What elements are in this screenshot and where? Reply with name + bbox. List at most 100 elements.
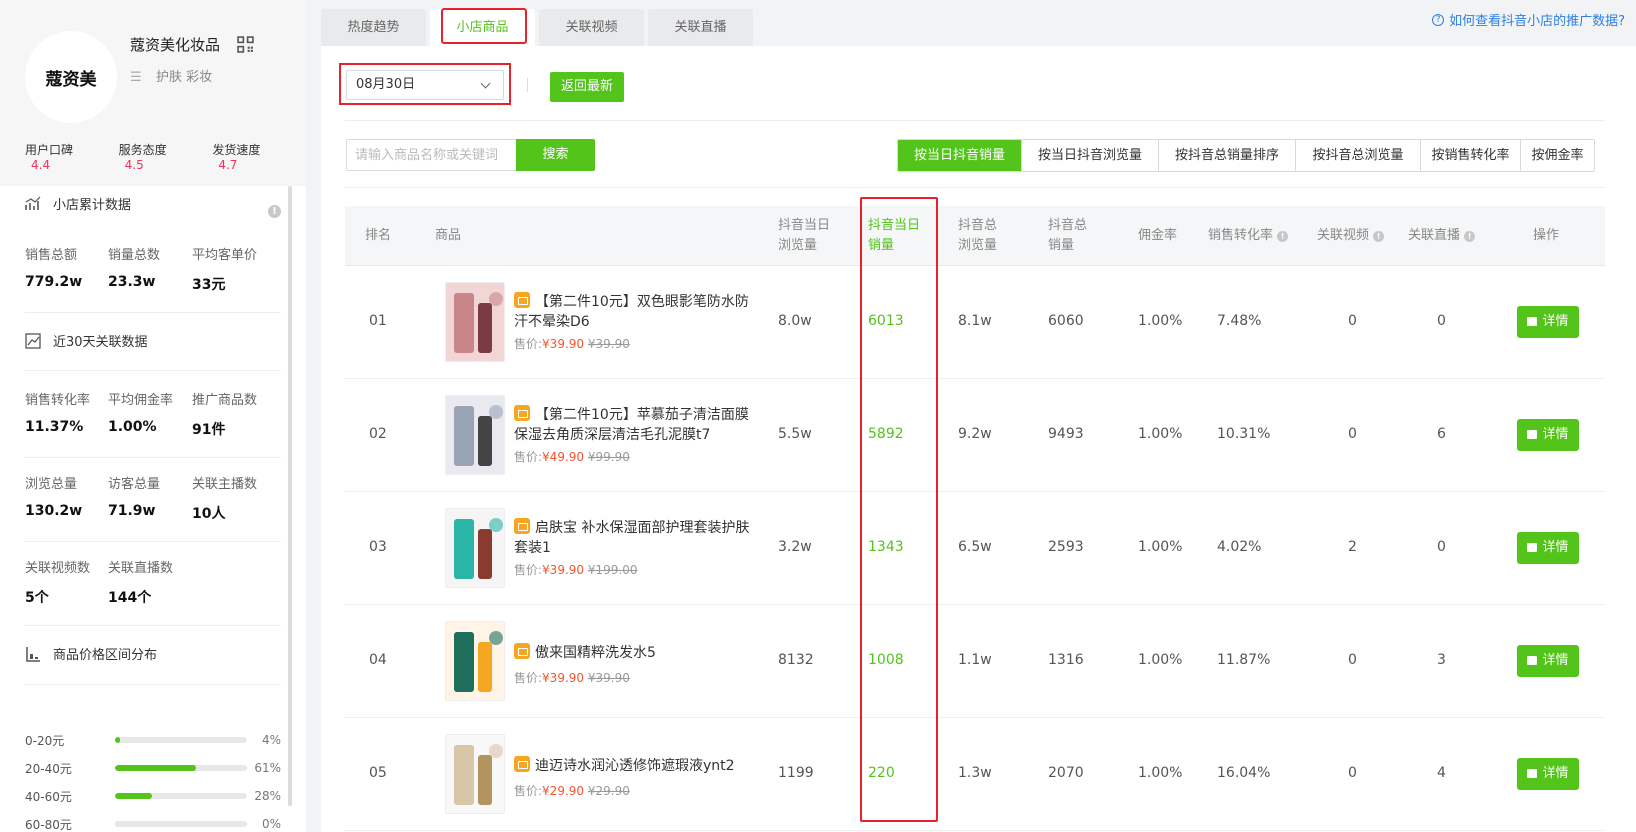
cell-total-sales: 1316 — [1048, 652, 1084, 668]
sort-daily-sales[interactable]: 按当日抖音销量 — [898, 140, 1021, 171]
th-commission[interactable]: 佣金率 — [1138, 226, 1177, 246]
th-total-views[interactable]: 抖音总 浏览量 — [958, 216, 997, 256]
detail-button[interactable]: 详情 — [1517, 419, 1579, 451]
bag-icon — [1527, 656, 1538, 665]
rating-label: 发货速度 — [212, 143, 261, 157]
recent-title: 近30天关联数据 — [25, 331, 148, 350]
cell-rank: 01 — [369, 313, 387, 329]
th-videos[interactable]: 关联视频! — [1317, 226, 1385, 246]
rating-label: 用户口碑 — [25, 143, 74, 157]
stat-anchors: 关联主播数 10人 — [192, 473, 257, 523]
price-original: ¥29.90 — [587, 784, 630, 798]
date-highlight-box — [339, 63, 511, 105]
cell-total-views: 1.3w — [958, 765, 992, 781]
price-range-label: 20-40元 — [25, 761, 72, 776]
info-icon[interactable]: ! — [1373, 231, 1385, 242]
product-name-text: 启肤宝 补水保湿面部护理套装护肤套装1 — [514, 520, 750, 556]
cell-daily-views: 3.2w — [778, 539, 812, 555]
detail-button[interactable]: 详情 — [1517, 758, 1579, 790]
price-current: ¥39.90 — [542, 563, 585, 577]
cell-lives: 4 — [1437, 765, 1446, 781]
cell-total-sales: 2070 — [1048, 765, 1084, 781]
shop-header: 蔻资美 蔻资美化妆品 ☰ 护肤 彩妆 用户口碑4.4 服务态度4.5 发货速度4… — [0, 0, 306, 186]
price-original: ¥39.90 — [587, 671, 630, 685]
product-thumbnail[interactable] — [445, 508, 505, 588]
stat-value: 10人 — [192, 506, 226, 522]
product-name[interactable]: 启肤宝 补水保湿面部护理套装护肤套装1 — [514, 518, 754, 558]
search-input[interactable] — [346, 139, 516, 171]
price-range-label: 60-80元 — [25, 817, 72, 832]
sort-daily-views[interactable]: 按当日抖音浏览量 — [1021, 140, 1158, 171]
th-line: 浏览量 — [778, 238, 818, 253]
tab-related-videos[interactable]: 关联视频 — [539, 9, 644, 46]
divider — [527, 78, 528, 92]
sort-total-views[interactable]: 按抖音总浏览量 — [1295, 140, 1420, 171]
th-total-sales[interactable]: 抖音总 销量 — [1048, 216, 1087, 256]
cell-commission: 1.00% — [1138, 313, 1183, 329]
stat-label: 关联直播数 — [108, 561, 174, 576]
detail-button[interactable]: 详情 — [1517, 645, 1579, 677]
cell-conversion: 4.02% — [1217, 539, 1262, 555]
bag-icon — [1527, 430, 1538, 439]
stat-value: 779.2w — [25, 274, 83, 290]
rating-value: 4.4 — [31, 158, 51, 172]
shop-bag-icon — [514, 643, 530, 659]
cell-lives: 0 — [1437, 313, 1446, 329]
th-daily-views[interactable]: 抖音当日 浏览量 — [778, 216, 830, 256]
cell-commission: 1.00% — [1138, 652, 1183, 668]
product-name[interactable]: 傲来国精粹洗发水5 — [514, 643, 754, 663]
th-lives[interactable]: 关联直播! — [1408, 226, 1476, 246]
tab-bar: 热度趋势 小店商品 关联视频 关联直播 — [321, 9, 757, 46]
cell-rank: 05 — [369, 765, 387, 781]
tab-related-lives[interactable]: 关联直播 — [648, 9, 753, 46]
cell-commission: 1.00% — [1138, 539, 1183, 555]
back-to-latest-button[interactable]: 返回最新 — [550, 72, 624, 102]
help-link[interactable]: ? 如何查看抖音小店的推广数据? — [1432, 10, 1625, 29]
product-thumbnail[interactable] — [445, 734, 505, 814]
divider — [345, 120, 1605, 121]
stat-value: 91件 — [192, 422, 226, 438]
price-range-percent: 28% — [254, 789, 281, 803]
sidebar-scrollbar[interactable] — [288, 186, 292, 806]
price-range-row: 40-60元 28% — [25, 787, 281, 805]
bar-chart-icon — [26, 646, 40, 662]
sort-total-sales[interactable]: 按抖音总销量排序 — [1158, 140, 1295, 171]
price-range-row: 20-40元 61% — [25, 759, 281, 777]
shop-bag-icon — [514, 292, 530, 308]
sort-conversion[interactable]: 按销售转化率 — [1420, 140, 1520, 171]
qr-code-icon[interactable] — [237, 36, 254, 53]
shop-ratings: 用户口碑4.4 服务态度4.5 发货速度4.7 — [25, 141, 306, 172]
product-name-text: 【第二件10元】苹慕茄子清洁面膜保湿去角质深层清洁毛孔泥膜t7 — [514, 407, 749, 443]
cell-videos: 0 — [1348, 313, 1357, 329]
product-thumbnail[interactable] — [445, 621, 505, 701]
stat-label: 关联视频数 — [25, 561, 91, 576]
detail-button[interactable]: 详情 — [1517, 306, 1579, 338]
product-name-text: 傲来国精粹洗发水5 — [535, 645, 656, 661]
info-icon[interactable]: ! — [1277, 231, 1289, 242]
price-range-percent: 61% — [254, 761, 281, 775]
search-button[interactable]: 搜索 — [516, 139, 595, 171]
price-range-row: 0-20元 4% — [25, 731, 281, 749]
product-name[interactable]: 迪迈诗水润沁透修饰遮瑕液ynt2 — [514, 756, 754, 776]
info-icon[interactable]: ! — [1464, 231, 1476, 242]
price-prefix: 售价: — [514, 337, 543, 351]
stat-value: 1.00% — [108, 419, 157, 435]
cell-videos: 0 — [1348, 765, 1357, 781]
info-icon[interactable]: ! — [268, 205, 281, 218]
product-thumbnail[interactable] — [445, 395, 505, 475]
tab-trend[interactable]: 热度趋势 — [321, 9, 426, 46]
price-current: ¥39.90 — [542, 337, 585, 351]
cell-total-sales: 2593 — [1048, 539, 1084, 555]
product-name[interactable]: 【第二件10元】双色眼影笔防水防汗不晕染D6 — [514, 292, 754, 332]
th-conversion[interactable]: 销售转化率! — [1208, 226, 1289, 246]
product-name[interactable]: 【第二件10元】苹慕茄子清洁面膜保湿去角质深层清洁毛孔泥膜t7 — [514, 405, 754, 445]
stat-total-visitors: 访客总量 71.9w — [108, 473, 160, 519]
cell-lives: 3 — [1437, 652, 1446, 668]
sort-commission[interactable]: 按佣金率 — [1520, 140, 1594, 171]
cell-rank: 02 — [369, 426, 387, 442]
detail-button[interactable]: 详情 — [1517, 532, 1579, 564]
price-range-bar — [115, 793, 247, 799]
product-name-text: 迪迈诗水润沁透修饰遮瑕液ynt2 — [535, 758, 735, 774]
product-thumbnail[interactable] — [445, 282, 505, 362]
stat-label: 关联主播数 — [192, 477, 258, 492]
